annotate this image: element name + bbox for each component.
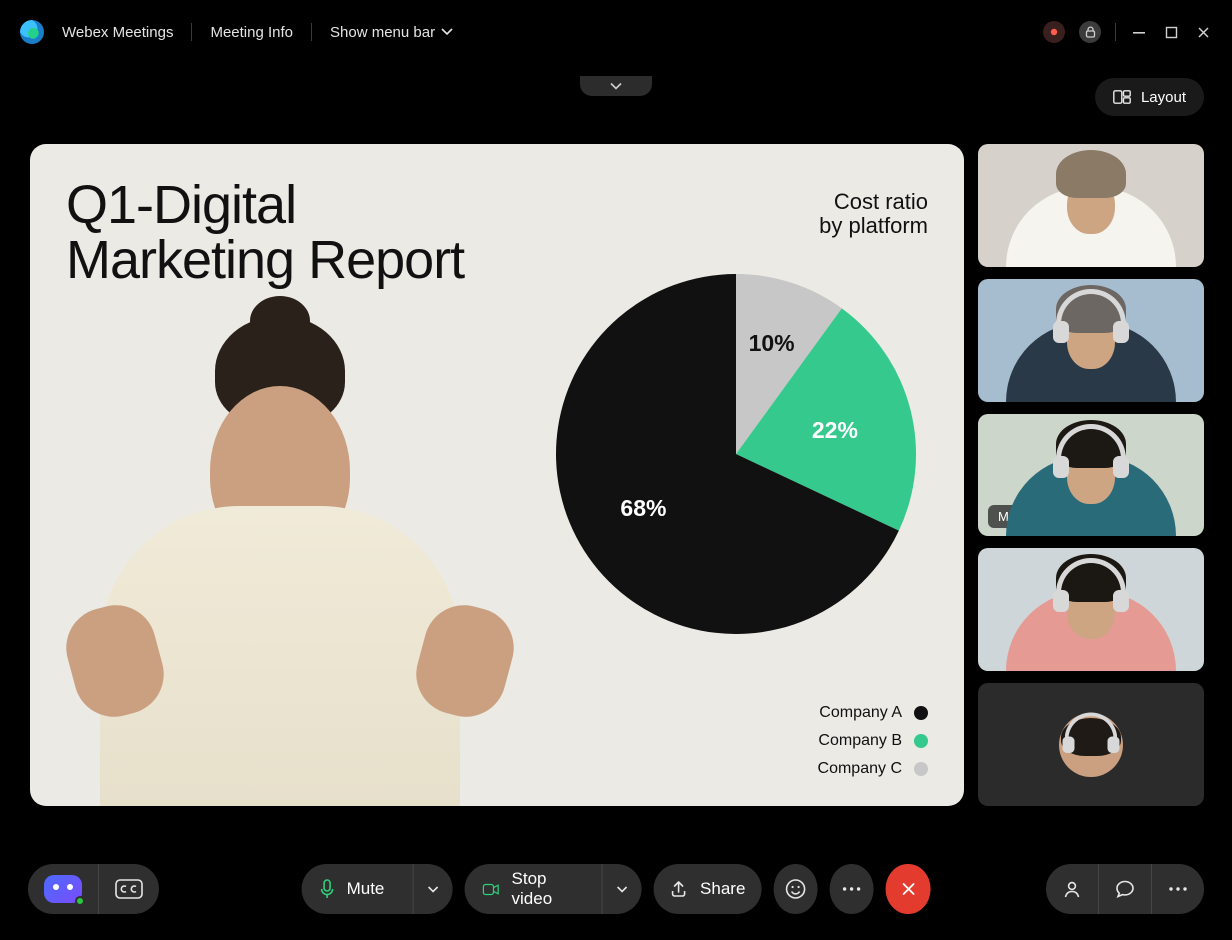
chevron-down-icon bbox=[617, 886, 628, 893]
legend-swatch bbox=[914, 734, 928, 748]
window-maximize-button[interactable] bbox=[1162, 23, 1180, 41]
participant-strip: Maria Simmons bbox=[978, 144, 1204, 806]
close-icon bbox=[900, 881, 916, 897]
window-minimize-button[interactable] bbox=[1130, 23, 1148, 41]
panel-more-button[interactable] bbox=[1151, 864, 1204, 914]
smiley-icon bbox=[785, 878, 807, 900]
share-icon bbox=[670, 880, 688, 898]
mute-button[interactable]: Mute bbox=[302, 864, 453, 914]
app-name: Webex Meetings bbox=[62, 24, 173, 41]
show-menu-bar-label: Show menu bar bbox=[330, 24, 435, 41]
legend-label: Company A bbox=[819, 704, 902, 722]
panel-buttons-group bbox=[1046, 864, 1204, 914]
window-close-button[interactable] bbox=[1194, 23, 1212, 41]
share-label: Share bbox=[700, 879, 745, 899]
camera-icon bbox=[482, 882, 499, 897]
microphone-icon bbox=[320, 879, 335, 899]
pie-chart: 68% 22% 10% bbox=[556, 274, 916, 634]
layout-icon bbox=[1113, 90, 1131, 104]
legend-label: Company C bbox=[818, 760, 902, 778]
ellipsis-icon bbox=[842, 886, 862, 892]
video-options-caret[interactable] bbox=[602, 864, 642, 914]
lock-icon[interactable] bbox=[1079, 21, 1101, 43]
reveal-toolbar-handle[interactable] bbox=[580, 76, 652, 96]
stop-video-label: Stop video bbox=[512, 869, 575, 909]
show-menu-bar-dropdown[interactable]: Show menu bar bbox=[330, 24, 453, 41]
webex-logo-icon bbox=[20, 20, 44, 44]
legend-item: Company A bbox=[818, 704, 928, 722]
presenter-video bbox=[70, 326, 490, 806]
chart-legend: Company A Company B Company C bbox=[818, 704, 928, 778]
participant-tile[interactable]: Maria Simmons bbox=[978, 414, 1204, 537]
assistant-icon bbox=[44, 875, 82, 903]
slide-subtitle: Cost ratio by platform bbox=[819, 190, 928, 238]
share-button[interactable]: Share bbox=[654, 864, 761, 914]
legend-swatch bbox=[914, 706, 928, 720]
legend-label: Company B bbox=[818, 732, 902, 750]
mute-options-caret[interactable] bbox=[412, 864, 452, 914]
mute-label: Mute bbox=[347, 879, 385, 899]
separator bbox=[311, 23, 312, 41]
ellipsis-icon bbox=[1168, 886, 1188, 892]
assistant-cc-group bbox=[28, 864, 159, 914]
reactions-button[interactable] bbox=[773, 864, 817, 914]
chevron-down-icon bbox=[427, 886, 438, 893]
chat-icon bbox=[1115, 879, 1135, 899]
legend-swatch bbox=[914, 762, 928, 776]
separator bbox=[191, 23, 192, 41]
legend-item: Company B bbox=[818, 732, 928, 750]
chevron-down-icon bbox=[441, 28, 453, 36]
participant-tile[interactable] bbox=[978, 279, 1204, 402]
shared-content[interactable]: Q1-Digital Marketing Report Cost ratio b… bbox=[30, 144, 964, 806]
end-call-button[interactable] bbox=[886, 864, 930, 914]
assistant-button[interactable] bbox=[28, 864, 98, 914]
slide-title: Q1-Digital Marketing Report bbox=[66, 178, 464, 288]
layout-label: Layout bbox=[1141, 89, 1186, 106]
meeting-info-link[interactable]: Meeting Info bbox=[210, 24, 293, 41]
participant-tile[interactable] bbox=[978, 683, 1204, 806]
more-options-button[interactable] bbox=[830, 864, 874, 914]
person-icon bbox=[1062, 879, 1082, 899]
participants-panel-button[interactable] bbox=[1046, 864, 1098, 914]
stop-video-button[interactable]: Stop video bbox=[464, 864, 642, 914]
separator bbox=[1115, 23, 1116, 41]
legend-item: Company C bbox=[818, 760, 928, 778]
chevron-down-icon bbox=[610, 82, 622, 90]
closed-captions-button[interactable] bbox=[98, 864, 159, 914]
participant-tile[interactable] bbox=[978, 144, 1204, 267]
chat-panel-button[interactable] bbox=[1098, 864, 1151, 914]
cc-icon bbox=[115, 879, 143, 899]
recording-indicator-icon[interactable] bbox=[1043, 21, 1065, 43]
layout-button[interactable]: Layout bbox=[1095, 78, 1204, 116]
participant-tile[interactable] bbox=[978, 548, 1204, 671]
